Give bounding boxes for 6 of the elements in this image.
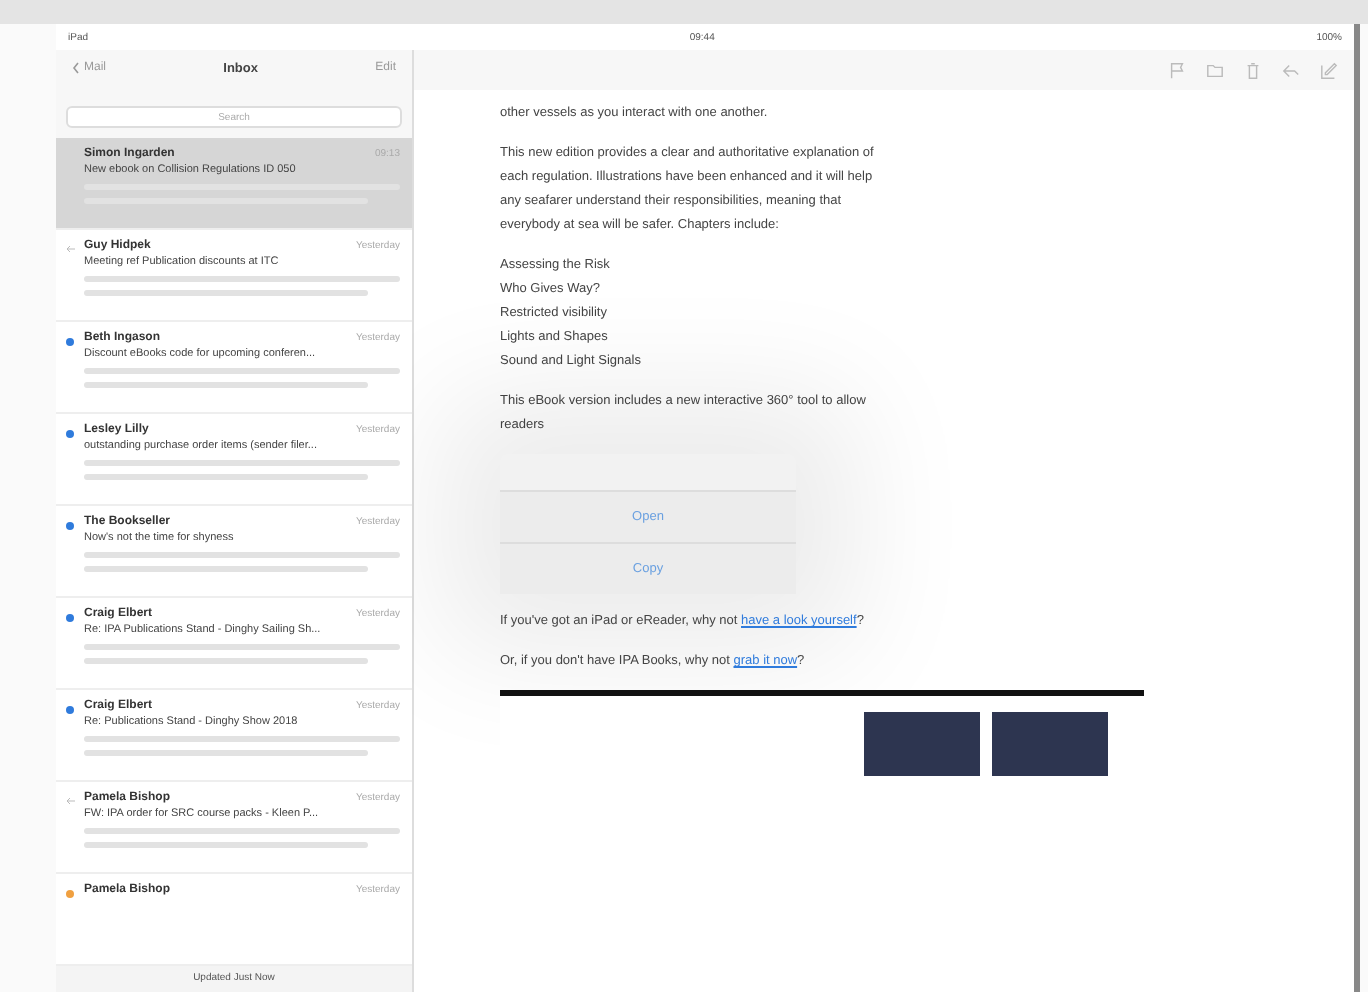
folder-icon[interactable] [1206, 61, 1224, 79]
chevron-left-icon[interactable] [72, 62, 80, 75]
trash-icon[interactable] [1244, 61, 1262, 79]
compose-icon[interactable] [1320, 61, 1338, 79]
reply-icon[interactable] [1282, 61, 1300, 79]
flag-icon[interactable] [1168, 61, 1186, 79]
